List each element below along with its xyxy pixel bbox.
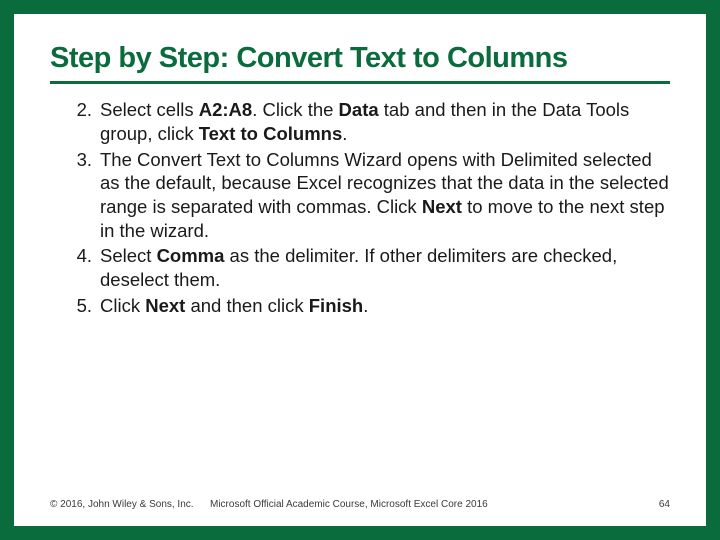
step-text: Click Next and then click Finish. [100, 295, 368, 316]
course-text: Microsoft Official Academic Course, Micr… [210, 499, 488, 510]
step-text: Select cells A2:A8. Click the Data tab a… [100, 99, 629, 144]
title-rule [50, 81, 670, 84]
step-number: 2. [64, 98, 92, 122]
footer: © 2016, John Wiley & Sons, Inc. Microsof… [50, 499, 670, 510]
page-number: 64 [659, 499, 670, 510]
step-item: 5. Click Next and then click Finish. [50, 294, 670, 318]
content-area: Step by Step: Convert Text to Columns 2.… [14, 14, 706, 317]
step-text: Select Comma as the delimiter. If other … [100, 245, 617, 290]
step-text: The Convert Text to Columns Wizard opens… [100, 149, 669, 241]
slide: Step by Step: Convert Text to Columns 2.… [14, 14, 706, 526]
step-number: 5. [64, 294, 92, 318]
slide-title: Step by Step: Convert Text to Columns [50, 42, 670, 75]
step-number: 4. [64, 244, 92, 268]
step-number: 3. [64, 148, 92, 172]
step-item: 2. Select cells A2:A8. Click the Data tab… [50, 98, 670, 145]
step-item: 4. Select Comma as the delimiter. If othe… [50, 244, 670, 291]
step-list: 2. Select cells A2:A8. Click the Data tab… [50, 98, 670, 317]
step-item: 3. The Convert Text to Columns Wizard ope… [50, 148, 670, 243]
copyright-text: © 2016, John Wiley & Sons, Inc. [50, 499, 194, 510]
